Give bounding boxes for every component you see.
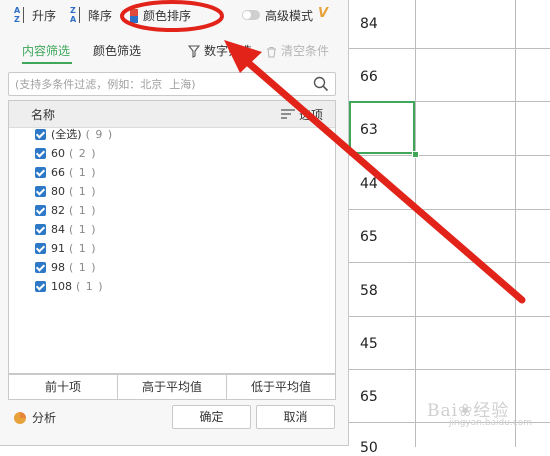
tab-content-filter[interactable]: 内容筛选 <box>22 42 70 60</box>
number-filter-label: 数字筛选 <box>204 44 253 58</box>
item-label: (全选) <box>51 128 82 141</box>
clear-conditions-label: 清空条件 <box>281 44 330 58</box>
checkbox-checked-icon[interactable] <box>35 223 46 235</box>
item-label: 91 <box>51 242 65 255</box>
checkbox-checked-icon[interactable] <box>35 128 46 140</box>
column-divider <box>415 0 416 447</box>
item-count: ( 1 ) <box>76 280 104 293</box>
list-item[interactable]: 66 ( 1 ) <box>35 164 97 182</box>
item-count: ( 1 ) <box>69 185 97 198</box>
list-item[interactable]: 80 ( 1 ) <box>35 183 97 201</box>
cell-value[interactable]: 44 <box>360 176 378 192</box>
sort-descending-label: 降序 <box>88 9 113 23</box>
filter-panel: A Z 升序 Z A 降序 颜色排序 高级模式 V 内容筛选 颜色筛选 数字筛选 清空条… <box>0 0 349 446</box>
sort-ascending-label: 升序 <box>32 9 57 23</box>
spreadsheet-grid[interactable]: 84 66 63 44 65 58 45 65 50 Bai❀经验 jingya… <box>349 0 550 456</box>
row-divider <box>349 316 550 317</box>
value-list: 名称 选项 (全选)( 9 ) 60( 2 ) 66( 1 ) 80( 1 ) … <box>8 100 336 374</box>
row-divider <box>349 155 550 156</box>
options-list-icon[interactable] <box>281 109 295 119</box>
color-sort-button[interactable]: 颜色排序 <box>130 6 191 26</box>
checkbox-checked-icon[interactable] <box>35 166 46 178</box>
search-icon[interactable] <box>313 76 329 92</box>
quick-filter-bar: 前十项 高于平均值 低于平均值 <box>8 374 336 400</box>
item-label: 60 <box>51 147 65 160</box>
row-divider <box>349 48 550 49</box>
row-divider <box>349 369 550 370</box>
cell-value[interactable]: 84 <box>360 16 378 32</box>
item-count: ( 9 ) <box>85 128 114 141</box>
options-button[interactable]: 选项 <box>299 106 323 123</box>
active-tab-indicator <box>22 62 72 64</box>
ok-button[interactable]: 确定 <box>172 405 251 429</box>
item-label: 108 <box>51 280 72 293</box>
checkbox-checked-icon[interactable] <box>35 242 46 254</box>
list-header: 名称 选项 <box>9 101 335 128</box>
item-count: ( 1 ) <box>69 261 97 274</box>
clear-conditions-button[interactable]: 清空条件 <box>266 42 329 60</box>
tab-color-filter[interactable]: 颜色筛选 <box>93 42 141 60</box>
cell-value[interactable]: 66 <box>360 69 378 85</box>
item-count: ( 1 ) <box>69 166 97 179</box>
cell-value[interactable]: 58 <box>360 283 378 299</box>
item-label: 82 <box>51 204 65 217</box>
item-count: ( 1 ) <box>69 242 97 255</box>
list-item[interactable]: 60 ( 2 ) <box>35 145 97 163</box>
list-item[interactable]: 82 ( 1 ) <box>35 202 97 220</box>
item-count: ( 1 ) <box>69 204 97 217</box>
cell-value[interactable]: 65 <box>360 229 378 245</box>
cell-value[interactable]: 50 <box>360 440 378 456</box>
sort-ascending-icon: AZ <box>14 6 28 24</box>
vip-badge-icon: V <box>318 6 329 21</box>
search-box <box>8 72 336 96</box>
list-item[interactable]: 108 ( 1 ) <box>35 278 104 296</box>
item-label: 98 <box>51 261 65 274</box>
advanced-mode-toggle[interactable] <box>242 10 260 20</box>
cell-value[interactable]: 65 <box>360 389 378 405</box>
item-label: 66 <box>51 166 65 179</box>
sort-descending-icon: ZA <box>70 6 84 24</box>
analyze-button[interactable]: 分析 <box>14 410 56 426</box>
checkbox-checked-icon[interactable] <box>35 280 46 292</box>
checkbox-checked-icon[interactable] <box>35 185 46 197</box>
item-count: ( 2 ) <box>69 147 97 160</box>
color-sort-icon <box>130 9 138 23</box>
pie-chart-icon <box>14 411 26 424</box>
above-average-button[interactable]: 高于平均值 <box>118 375 227 399</box>
checkbox-checked-icon[interactable] <box>35 204 46 216</box>
checkbox-checked-icon[interactable] <box>35 261 46 273</box>
funnel-icon <box>187 45 201 58</box>
row-divider <box>349 209 550 210</box>
checkbox-checked-icon[interactable] <box>35 147 46 159</box>
sort-toolbar: A Z 升序 Z A 降序 颜色排序 高级模式 V <box>0 0 348 32</box>
sort-descending-button[interactable]: Z A 降序 <box>70 6 112 26</box>
filter-tabs: 内容筛选 颜色筛选 数字筛选 清空条件 <box>0 38 348 66</box>
fill-handle[interactable] <box>412 151 419 158</box>
color-sort-label: 颜色排序 <box>143 9 192 23</box>
item-label: 80 <box>51 185 65 198</box>
below-average-button[interactable]: 低于平均值 <box>227 375 335 399</box>
list-item[interactable]: 84 ( 1 ) <box>35 221 97 239</box>
analyze-label: 分析 <box>32 411 57 425</box>
toggle-knob <box>243 11 251 19</box>
list-item[interactable]: 91 ( 1 ) <box>35 240 97 258</box>
sort-ascending-button[interactable]: A Z 升序 <box>14 6 56 26</box>
trash-icon <box>267 46 276 57</box>
row-divider <box>349 262 550 263</box>
list-item[interactable]: (全选)( 9 ) <box>35 126 113 144</box>
search-input[interactable] <box>15 75 305 93</box>
number-filter-button[interactable]: 数字筛选 <box>187 42 253 60</box>
item-label: 84 <box>51 223 65 236</box>
selected-cell-border <box>349 101 415 154</box>
column-header-name: 名称 <box>31 108 56 122</box>
cell-value[interactable]: 45 <box>360 336 378 352</box>
watermark-url: jingyan.baidu.com <box>449 418 533 428</box>
cancel-button[interactable]: 取消 <box>256 405 335 429</box>
list-item[interactable]: 98 ( 1 ) <box>35 259 97 277</box>
column-divider <box>515 0 516 447</box>
advanced-mode-label[interactable]: 高级模式 <box>265 6 313 26</box>
top-ten-button[interactable]: 前十项 <box>9 375 118 399</box>
item-count: ( 1 ) <box>69 223 97 236</box>
